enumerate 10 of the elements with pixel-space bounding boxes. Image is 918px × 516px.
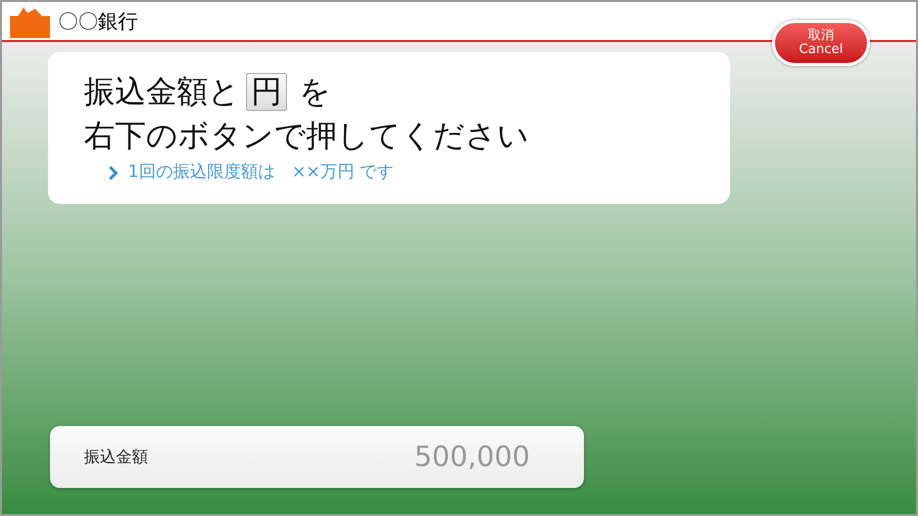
limit-note: 1回の振込限度額は ××万円 です (128, 161, 394, 184)
instruction-text: 右下のボタンで押してください (84, 117, 530, 156)
instruction-text: を (299, 73, 331, 112)
yen-key-label: 円 (246, 73, 287, 111)
bank-name: 〇〇銀行 (58, 8, 138, 35)
instruction-text: 振込金額と (84, 73, 240, 112)
cancel-button[interactable]: 取消 Cancel (772, 20, 870, 66)
amount-label: 振込金額 (84, 446, 148, 468)
amount-value: 500,000 (414, 439, 530, 475)
chevron-right-icon (108, 164, 118, 181)
